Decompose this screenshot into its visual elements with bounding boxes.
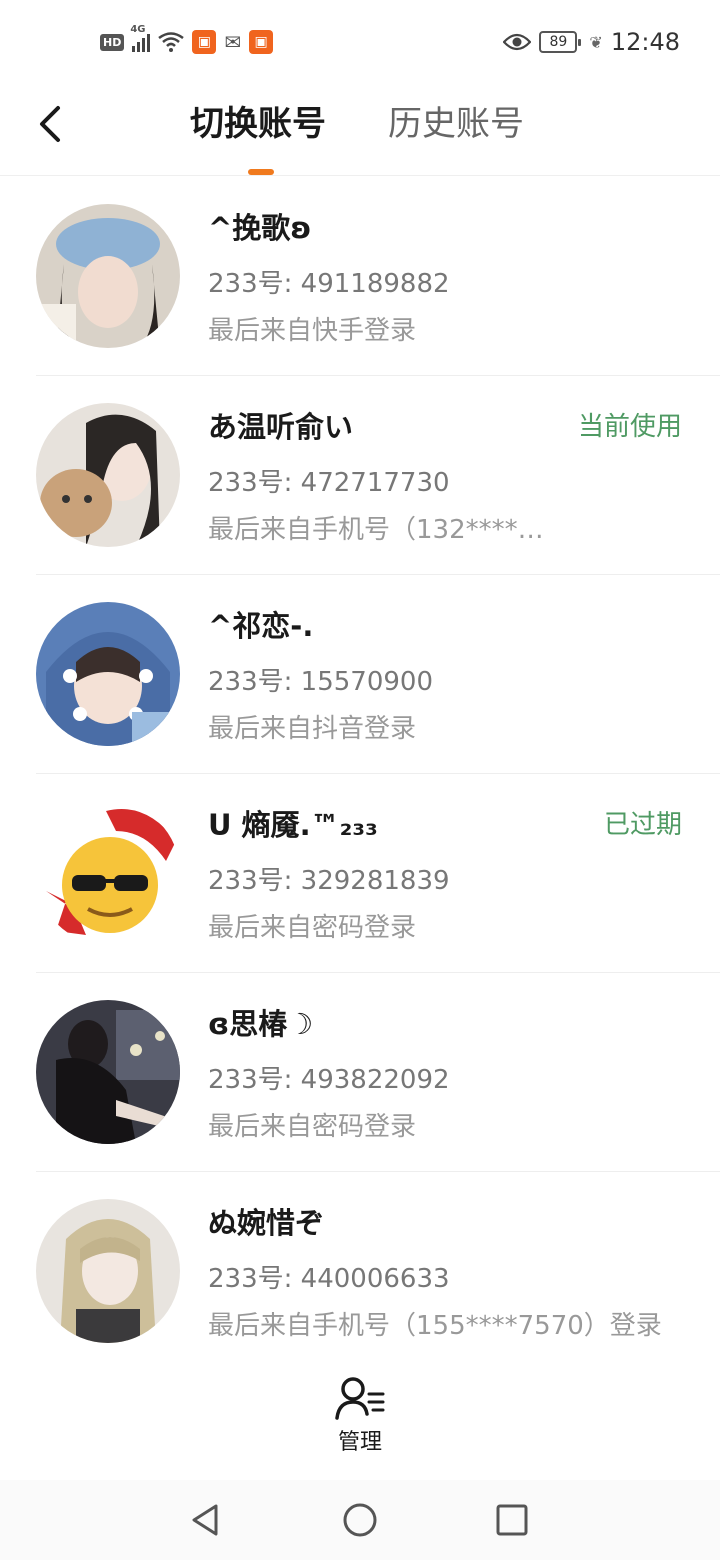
- wechat-icon: ✉: [224, 30, 242, 54]
- manage-label: 管理: [337, 1430, 382, 1455]
- avatar: [36, 403, 180, 547]
- nav-recents-icon[interactable]: [494, 1502, 530, 1538]
- account-name: ɞ思椿☽: [208, 1007, 314, 1041]
- kuaishou-icon: ▣: [249, 30, 274, 54]
- account-id: 233号: 440006633: [208, 1264, 450, 1294]
- account-id: 233号: 329281839: [208, 866, 450, 896]
- status-right: 89 ❦ 12:48: [503, 28, 680, 56]
- last-login-source: 最后来自密码登录: [208, 1112, 417, 1142]
- leaf-icon: ❦: [589, 32, 603, 52]
- eye-icon: [503, 33, 532, 51]
- avatar: [36, 1000, 180, 1144]
- kuaishou-icon: ▣: [192, 30, 217, 54]
- last-login-source: 最后来自快手登录: [208, 316, 417, 346]
- signal-icon: 4G: [130, 24, 151, 52]
- last-login-source: 最后来自手机号（132****…: [208, 515, 544, 545]
- tab-switch-account[interactable]: 切换账号: [190, 102, 326, 146]
- last-login-source: 最后来自手机号（155****7570）登录: [208, 1311, 662, 1341]
- account-item[interactable]: ᑌ 熵魇.™₂₃₃ 已过期 233号: 329281839 最后来自密码登录: [0, 774, 720, 973]
- account-name: あ温听俞い: [208, 410, 354, 444]
- status-badge: 当前使用: [577, 412, 682, 442]
- status-left: HD 4G ▣ ✉ ▣: [100, 24, 274, 56]
- status-badge: 已过期: [603, 810, 682, 840]
- account-item[interactable]: ^祁恋-. 233号: 15570900 最后来自抖音登录: [0, 575, 720, 774]
- clock: 12:48: [610, 28, 680, 56]
- account-list: ^挽歌ʚ 233号: 491189882 最后来自快手登录 あ温听俞い 当前使用…: [0, 177, 720, 1371]
- network-type-label: 4G: [130, 24, 146, 35]
- wifi-icon: [158, 32, 185, 52]
- avatar: [36, 602, 180, 746]
- tab-history-account[interactable]: 历史账号: [388, 102, 524, 146]
- avatar: [36, 801, 180, 945]
- avatar: [36, 204, 180, 348]
- account-id: 233号: 472717730: [208, 468, 450, 498]
- avatar: [36, 1199, 180, 1343]
- system-nav-bar: [0, 1480, 720, 1560]
- account-name: ぬ婉惜ぞ: [208, 1206, 325, 1240]
- tab-indicator: [248, 169, 274, 175]
- nav-home-icon[interactable]: [342, 1502, 378, 1538]
- last-login-source: 最后来自密码登录: [208, 913, 417, 943]
- account-id: 233号: 15570900: [208, 667, 433, 697]
- manage-button[interactable]: 管理: [320, 1376, 400, 1466]
- account-item[interactable]: ぬ婉惜ぞ 233号: 440006633 最后来自手机号（155****7570…: [0, 1172, 720, 1371]
- header: 切换账号 历史账号: [0, 84, 720, 176]
- last-login-source: 最后来自抖音登录: [208, 714, 417, 744]
- back-arrow-icon[interactable]: [30, 102, 70, 146]
- battery-icon: 89: [539, 31, 582, 53]
- account-item[interactable]: あ温听俞い 当前使用 233号: 472717730 最后来自手机号（132**…: [0, 376, 720, 575]
- hd-icon: HD: [100, 33, 125, 51]
- account-item[interactable]: ɞ思椿☽ 233号: 493822092 最后来自密码登录: [0, 973, 720, 1172]
- manage-users-icon: [335, 1377, 385, 1420]
- account-name: ^挽歌ʚ: [208, 211, 312, 245]
- account-item[interactable]: ^挽歌ʚ 233号: 491189882 最后来自快手登录: [0, 177, 720, 376]
- account-name: ^祁恋-.: [208, 609, 314, 643]
- account-name: ᑌ 熵魇.™₂₃₃: [208, 808, 378, 842]
- account-id: 233号: 493822092: [208, 1065, 450, 1095]
- status-bar: HD 4G ▣ ✉ ▣ 89 ❦ 12:48: [0, 0, 720, 84]
- account-id: 233号: 491189882: [208, 269, 450, 299]
- nav-back-icon[interactable]: [188, 1502, 224, 1538]
